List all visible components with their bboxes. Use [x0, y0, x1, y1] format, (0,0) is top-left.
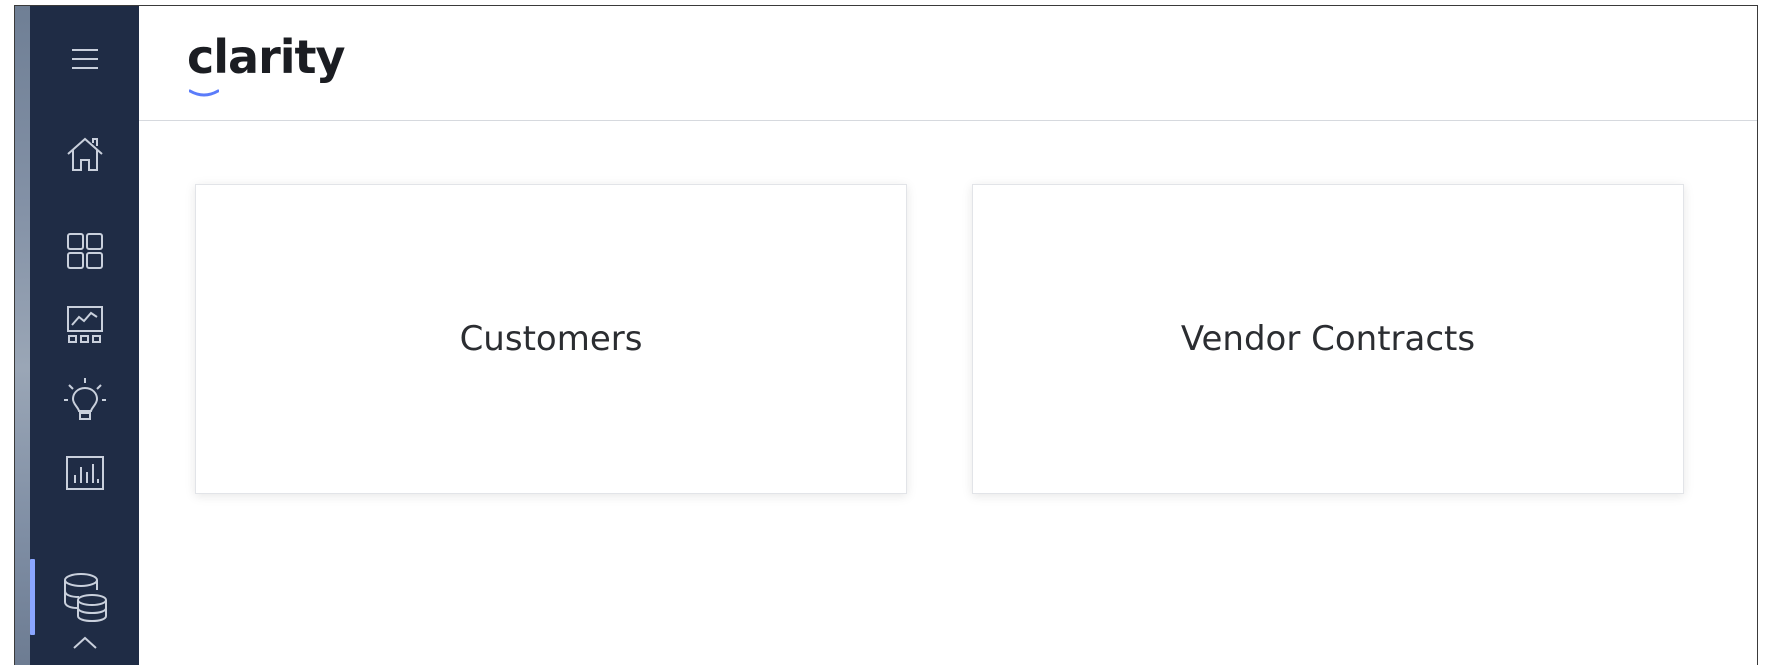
active-indicator: [30, 559, 35, 635]
logo-swoosh-icon: [189, 89, 219, 97]
app-window: clarity Customers Vendor Contracts: [14, 5, 1758, 665]
presentation-chart-icon: [65, 305, 105, 345]
home-icon: [64, 134, 106, 176]
sidebar-item-menu[interactable]: [30, 28, 139, 90]
database-icon: [61, 572, 109, 622]
sidebar-item-more[interactable]: [30, 634, 139, 665]
brand-logo[interactable]: clarity: [187, 34, 346, 80]
sidebar-item-presentations[interactable]: [30, 294, 139, 356]
sidebar-item-reports[interactable]: [30, 442, 139, 504]
sidebar-item-data[interactable]: [30, 566, 139, 628]
chevron-up-icon: [70, 634, 100, 650]
sidebar-item-dashboards[interactable]: [30, 220, 139, 282]
sidebar-item-insights[interactable]: [30, 368, 139, 430]
top-header: clarity: [139, 6, 1757, 121]
grid-icon: [66, 232, 104, 270]
sidebar-item-home[interactable]: [30, 124, 139, 186]
bar-chart-icon: [65, 455, 105, 491]
card-label: Vendor Contracts: [1180, 319, 1476, 359]
lightbulb-icon: [63, 376, 107, 422]
window-edge: [15, 6, 30, 665]
vendor-contracts-card[interactable]: Vendor Contracts: [972, 184, 1684, 494]
hamburger-menu-icon: [70, 47, 100, 71]
customers-card[interactable]: Customers: [195, 184, 907, 494]
sidebar: [30, 6, 139, 665]
card-label: Customers: [459, 319, 643, 359]
